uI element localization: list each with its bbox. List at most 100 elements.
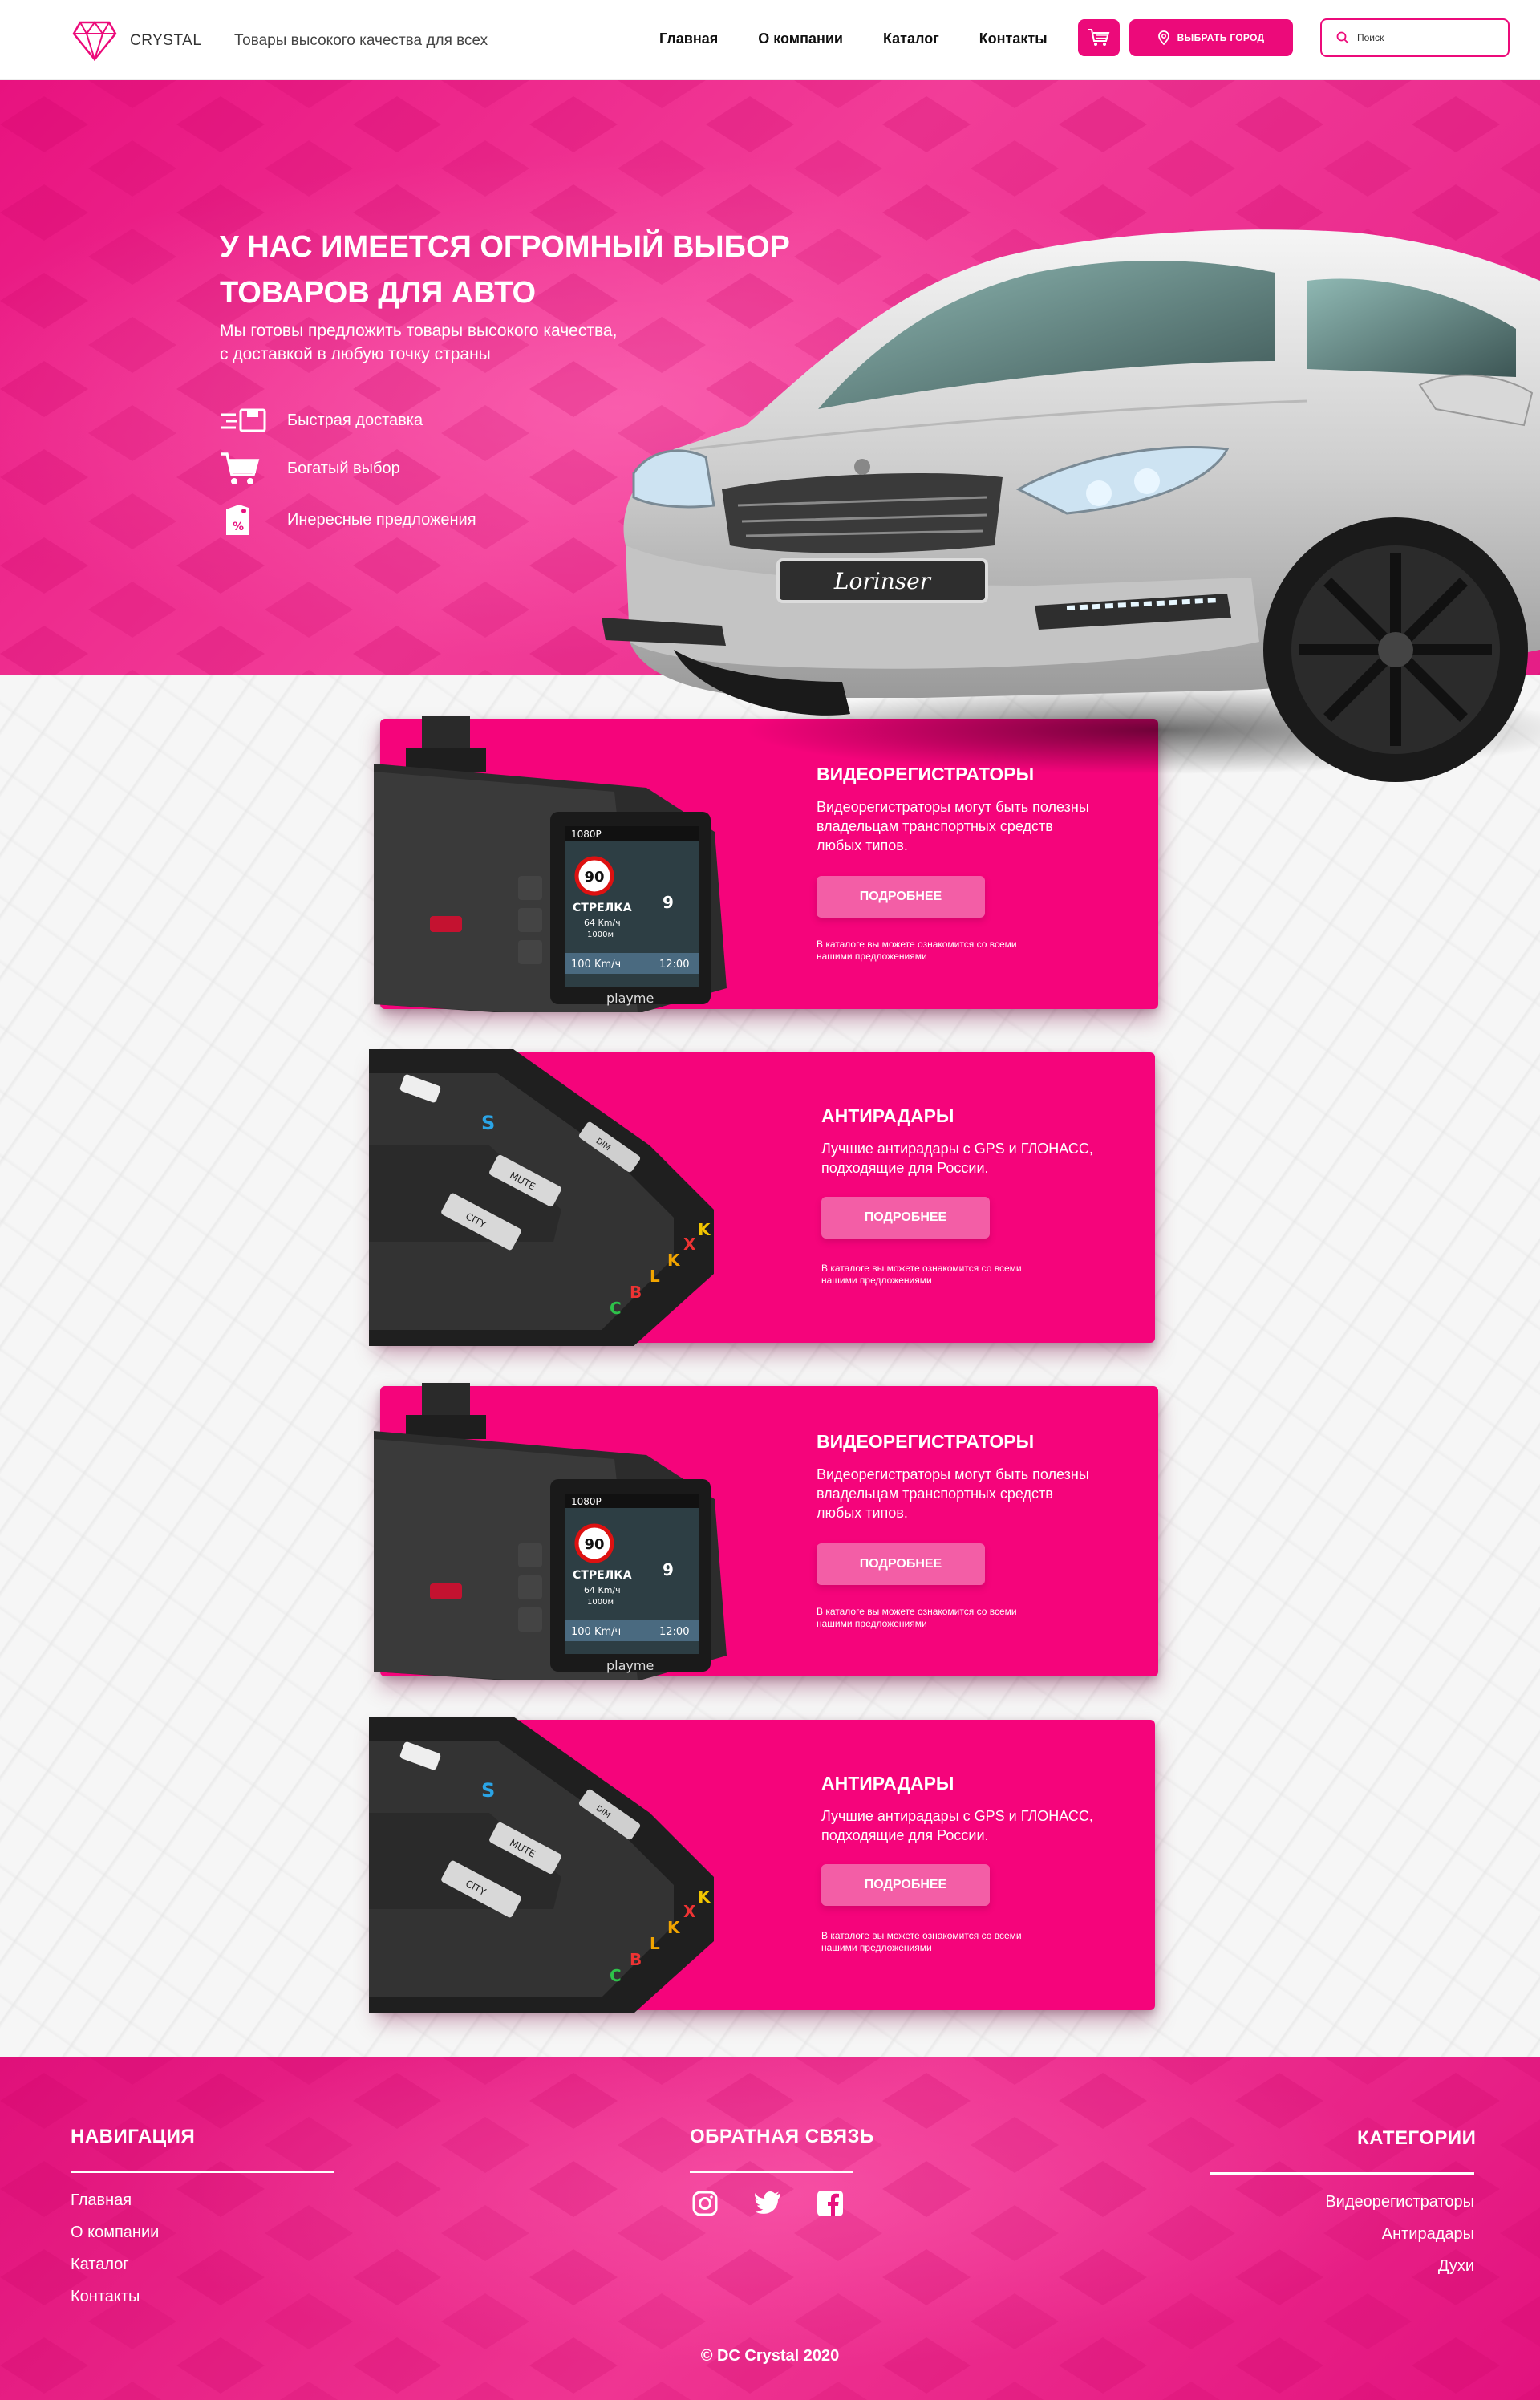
- dashcam-brand: playme: [606, 1658, 654, 1673]
- details-button[interactable]: ПОДРОБНЕЕ: [817, 876, 985, 918]
- dashcam-speed: 64 Km/ч: [584, 918, 621, 928]
- footer-nav-title: НАВИГАЦИЯ: [71, 2126, 196, 2147]
- site-footer: НАВИГАЦИЯ Главная О компании Каталог Кон…: [0, 2057, 1540, 2400]
- feature-fast-delivery: Быстрая доставка: [220, 403, 423, 438]
- svg-text:%: %: [233, 521, 244, 533]
- dashcam-count: 9: [663, 893, 674, 912]
- product-description-line: владельцам транспортных средств: [817, 1486, 1053, 1502]
- facebook-icon[interactable]: [817, 2190, 844, 2217]
- svg-text:S: S: [481, 1112, 495, 1134]
- product-note-line: нашими предложениями: [817, 951, 927, 962]
- nav-link-contacts[interactable]: Контакты: [979, 30, 1048, 47]
- svg-text:K: K: [698, 1220, 711, 1239]
- feature-label: Инересные предложения: [287, 510, 476, 529]
- svg-text:X: X: [683, 1902, 696, 1921]
- product-note: В каталоге вы можете ознакомится со всем…: [821, 1930, 1062, 1954]
- dashcam-time: 12:00: [659, 1626, 689, 1638]
- dashcam-distance: 1000м: [587, 930, 614, 939]
- product-note-line: нашими предложениями: [817, 1618, 927, 1629]
- dashcam-speed: 64 Km/ч: [584, 1585, 621, 1595]
- details-button[interactable]: ПОДРОБНЕЕ: [821, 1197, 990, 1239]
- social-links: [691, 2190, 844, 2217]
- dashcam-resolution: 1080P: [571, 829, 602, 840]
- instagram-icon[interactable]: [691, 2190, 719, 2217]
- site-header: CRYSTAL Товары высокого качества для все…: [0, 0, 1540, 80]
- product-description: Лучшие антирадары с GPS и ГЛОНАСС, подхо…: [821, 1806, 1126, 1845]
- dashcam-speed-limit: 90: [584, 1536, 604, 1553]
- location-pin-icon: [1157, 30, 1169, 45]
- product-description-line: Лучшие антирадары с GPS и ГЛОНАСС,: [821, 1808, 1093, 1824]
- search-box[interactable]: [1320, 18, 1510, 57]
- dashcam-current-speed: 100 Km/ч: [571, 1626, 621, 1638]
- product-description-line: любых типов.: [817, 837, 908, 853]
- footer-divider: [1210, 2172, 1474, 2175]
- select-city-button[interactable]: ВЫБРАТЬ ГОРОД: [1129, 19, 1293, 56]
- feature-rich-choice: Богатый выбор: [220, 451, 400, 486]
- product-card-dashcams: 1080P 90 СТРЕЛКА 64 Km/ч 1000м 9 100 Km/…: [374, 1383, 1158, 1680]
- feature-offers: % Инересные предложения: [220, 502, 476, 537]
- svg-text:B: B: [630, 1950, 642, 1969]
- svg-text:B: B: [630, 1283, 642, 1302]
- nav-link-home[interactable]: Главная: [659, 30, 718, 47]
- product-description: Видеорегистраторы могут быть полезны вла…: [817, 797, 1121, 855]
- svg-text:X: X: [683, 1234, 696, 1254]
- product-note-line: нашими предложениями: [821, 1275, 932, 1286]
- copyright: © DC Crystal 2020: [700, 2347, 840, 2365]
- product-note-line: В каталоге вы можете ознакомится со всем…: [817, 939, 1017, 950]
- diamond-logo-icon[interactable]: [72, 21, 117, 61]
- product-description-line: подходящие для России.: [821, 1160, 989, 1176]
- brand-name[interactable]: CRYSTAL: [130, 32, 201, 50]
- footer-link-catalog[interactable]: Каталог: [71, 2256, 129, 2274]
- product-description: Видеорегистраторы могут быть полезны вла…: [817, 1465, 1121, 1522]
- product-title: АНТИРАДАРЫ: [821, 1773, 954, 1794]
- dashcam-current-speed: 100 Km/ч: [571, 959, 621, 971]
- svg-text:C: C: [610, 1299, 622, 1318]
- twitter-icon[interactable]: [754, 2190, 781, 2217]
- cart-icon: [1088, 29, 1110, 46]
- dashcam-count: 9: [663, 1560, 674, 1579]
- nav-link-catalog[interactable]: Каталог: [883, 30, 939, 47]
- footer-link-home[interactable]: Главная: [71, 2191, 132, 2210]
- search-icon[interactable]: [1336, 31, 1349, 44]
- dashcam-resolution: 1080P: [571, 1496, 602, 1507]
- footer-category-perfume[interactable]: Духи: [1438, 2257, 1474, 2276]
- svg-text:C: C: [610, 1966, 622, 1985]
- svg-text:K: K: [698, 1887, 711, 1907]
- svg-text:S: S: [481, 1779, 495, 1802]
- search-input[interactable]: [1357, 32, 1493, 43]
- product-note: В каталоге вы можете ознакомится со всем…: [817, 939, 1057, 963]
- product-description-line: любых типов.: [817, 1505, 908, 1521]
- discount-tag-icon: %: [220, 502, 271, 537]
- footer-link-about[interactable]: О компании: [71, 2224, 159, 2242]
- product-card-radar-detectors: S MUTE CITY DIM C B L K X K АНТИРАДАРЫ Л…: [369, 1717, 1155, 2013]
- product-description-line: владельцам транспортных средств: [817, 818, 1053, 834]
- product-description-line: Видеорегистраторы могут быть полезны: [817, 1466, 1089, 1482]
- product-note-line: В каталоге вы можете ознакомится со всем…: [817, 1606, 1017, 1617]
- header-tagline: Товары высокого качества для всех: [234, 32, 488, 49]
- dashcam-brand: playme: [606, 991, 654, 1006]
- hero-car-image: Lorinser: [602, 229, 1540, 782]
- main-nav: Главная О компании Каталог Контакты: [659, 30, 1088, 47]
- footer-category-dashcams[interactable]: Видеорегистраторы: [1325, 2193, 1474, 2211]
- footer-categories-title: КАТЕГОРИИ: [1357, 2127, 1477, 2149]
- details-button[interactable]: ПОДРОБНЕЕ: [821, 1864, 990, 1906]
- product-card-radar-detectors: S MUTE CITY DIM C B L K X K АНТИРАДАРЫ Л…: [369, 1049, 1155, 1346]
- product-title: ВИДЕОРЕГИСТРАТОРЫ: [817, 1431, 1035, 1452]
- feature-label: Быстрая доставка: [287, 411, 424, 429]
- footer-link-contacts[interactable]: Контакты: [71, 2288, 140, 2306]
- radar-detector-product-image: S MUTE CITY DIM C B L K X K: [369, 1049, 714, 1346]
- shopping-cart-icon: [220, 451, 271, 486]
- dashcam-label: СТРЕЛКА: [573, 902, 632, 914]
- select-city-label: ВЫБРАТЬ ГОРОД: [1177, 32, 1265, 43]
- details-button[interactable]: ПОДРОБНЕЕ: [817, 1543, 985, 1585]
- svg-text:K: K: [667, 1918, 681, 1937]
- nav-link-about[interactable]: О компании: [758, 30, 843, 47]
- product-note-line: В каталоге вы можете ознакомится со всем…: [821, 1930, 1022, 1941]
- product-note: В каталоге вы можете ознакомится со всем…: [821, 1263, 1062, 1287]
- footer-feedback-title: ОБРАТНАЯ СВЯЗЬ: [690, 2126, 874, 2147]
- hero-banner: У НАС ИМЕЕТСЯ ОГРОМНЫЙ ВЫБОР ТОВАРОВ ДЛЯ…: [0, 80, 1540, 782]
- dashcam-label: СТРЕЛКА: [573, 1569, 632, 1582]
- product-description: Лучшие антирадары с GPS и ГЛОНАСС, подхо…: [821, 1139, 1126, 1178]
- cart-button[interactable]: [1078, 19, 1120, 56]
- footer-category-radar-detectors[interactable]: Антирадары: [1382, 2225, 1474, 2244]
